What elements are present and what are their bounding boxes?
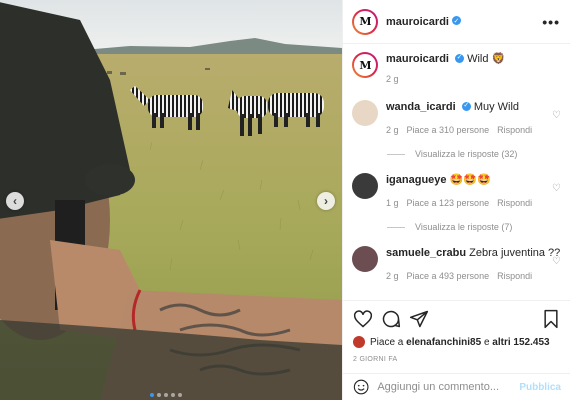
comment-icon[interactable] (381, 309, 401, 329)
reply-button[interactable]: Rispondi (497, 269, 532, 283)
comment-username[interactable]: samuele_crabu (386, 247, 466, 259)
carousel-dot (171, 393, 175, 397)
view-replies-label: Visualizza le risposte (7) (415, 222, 513, 232)
comment-likes[interactable]: Piace a 123 persone (407, 196, 490, 210)
bookmark-icon[interactable] (541, 309, 561, 329)
likes-summary[interactable]: Piace a elenafanchini85 e altri 152.453 (353, 336, 561, 348)
likes-mid: e (483, 336, 490, 348)
avatar-monogram: M (359, 15, 371, 28)
post-photo[interactable]: ‹ › (0, 0, 342, 400)
comment-age: 2 g (386, 125, 399, 135)
comment-text: Muy Wild (473, 101, 520, 113)
view-replies-label: Visualizza le risposte (32) (415, 149, 518, 159)
heart-icon[interactable] (353, 309, 373, 329)
send-icon[interactable] (409, 309, 429, 329)
caption-age: 2 g (386, 74, 399, 84)
commenter-avatar[interactable] (352, 246, 378, 272)
comment-like-heart-icon[interactable]: ♡ (552, 256, 561, 267)
caption: M mauroicardi ✓ Wild 🦁 2 g (343, 52, 570, 86)
comment-input[interactable] (377, 381, 520, 393)
comment-item: samuele_crabu Zebra juventina ?? 2 g Pia… (343, 246, 570, 283)
action-icons (353, 309, 561, 329)
carousel-dot (178, 393, 182, 397)
more-options-icon[interactable]: ••• (542, 14, 560, 30)
carousel-dot (157, 393, 161, 397)
next-photo-button[interactable]: › (317, 192, 335, 210)
caption-username[interactable]: mauroicardi (386, 53, 449, 65)
carousel-dot (150, 393, 154, 397)
caption-avatar[interactable]: M (352, 52, 378, 78)
smiley-icon[interactable] (353, 378, 369, 396)
commenter-avatar[interactable] (352, 173, 378, 199)
post-date: 2 GIORNI FA (353, 356, 398, 363)
comment-age: 1 g (386, 198, 399, 208)
commenter-avatar[interactable] (352, 100, 378, 126)
carousel-dot (164, 393, 168, 397)
author-avatar[interactable]: M (352, 8, 378, 35)
likes-count[interactable]: altri 152.453 (492, 337, 549, 348)
comment-username[interactable]: iganagueye (386, 174, 447, 186)
post-side-panel: M mauroicardi ✓ ••• M mauroicardi ✓ Wild… (342, 0, 570, 400)
post-header: M mauroicardi ✓ ••• (343, 0, 570, 44)
likes-prefix: Piace a (370, 336, 404, 348)
comment-like-heart-icon[interactable]: ♡ (552, 183, 561, 194)
comment-username[interactable]: wanda_icardi (386, 101, 456, 113)
carousel-dots (150, 393, 182, 397)
comment-item: iganagueye 🤩🤩🤩 1 g Piace a 123 persone R… (343, 173, 570, 210)
post-actions: Piace a elenafanchini85 e altri 152.453 … (343, 300, 570, 363)
caption-text: Wild 🦁 (467, 53, 506, 65)
liker-username[interactable]: elenafanchini85 (406, 337, 481, 348)
view-replies-button[interactable]: Visualizza le risposte (7) (387, 222, 570, 232)
author-username[interactable]: mauroicardi (386, 16, 449, 28)
chevron-right-icon: › (324, 194, 328, 208)
comment-likes[interactable]: Piace a 493 persone (407, 269, 490, 283)
liker-avatar (353, 336, 365, 348)
verified-badge-icon: ✓ (451, 16, 461, 25)
comment-text: 🤩🤩🤩 (449, 174, 491, 186)
comment-likes[interactable]: Piace a 310 persone (407, 123, 490, 137)
avatar-monogram: M (359, 58, 371, 72)
view-replies-button[interactable]: Visualizza le risposte (32) (387, 149, 570, 159)
safari-scene-image (0, 0, 342, 400)
add-comment-bar: Pubblica (343, 373, 570, 400)
comment-text: Zebra juventina ?? (469, 247, 561, 259)
comments-list: M mauroicardi ✓ Wild 🦁 2 g wanda_icardi … (343, 52, 570, 297)
publish-button[interactable]: Pubblica (519, 382, 561, 393)
comment-like-heart-icon[interactable]: ♡ (552, 110, 561, 121)
verified-badge-icon: ✓ (461, 101, 471, 111)
reply-button[interactable]: Rispondi (497, 196, 532, 210)
chevron-left-icon: ‹ (13, 194, 17, 208)
previous-photo-button[interactable]: ‹ (6, 192, 24, 210)
reply-button[interactable]: Rispondi (497, 123, 532, 137)
comment-age: 2 g (386, 271, 399, 281)
instagram-post-modal: ‹ › M mauroicardi ✓ ••• M mauroicardi ✓ … (0, 0, 570, 400)
verified-badge-icon: ✓ (455, 53, 465, 63)
comment-item: wanda_icardi ✓ Muy Wild 2 g Piace a 310 … (343, 100, 570, 137)
